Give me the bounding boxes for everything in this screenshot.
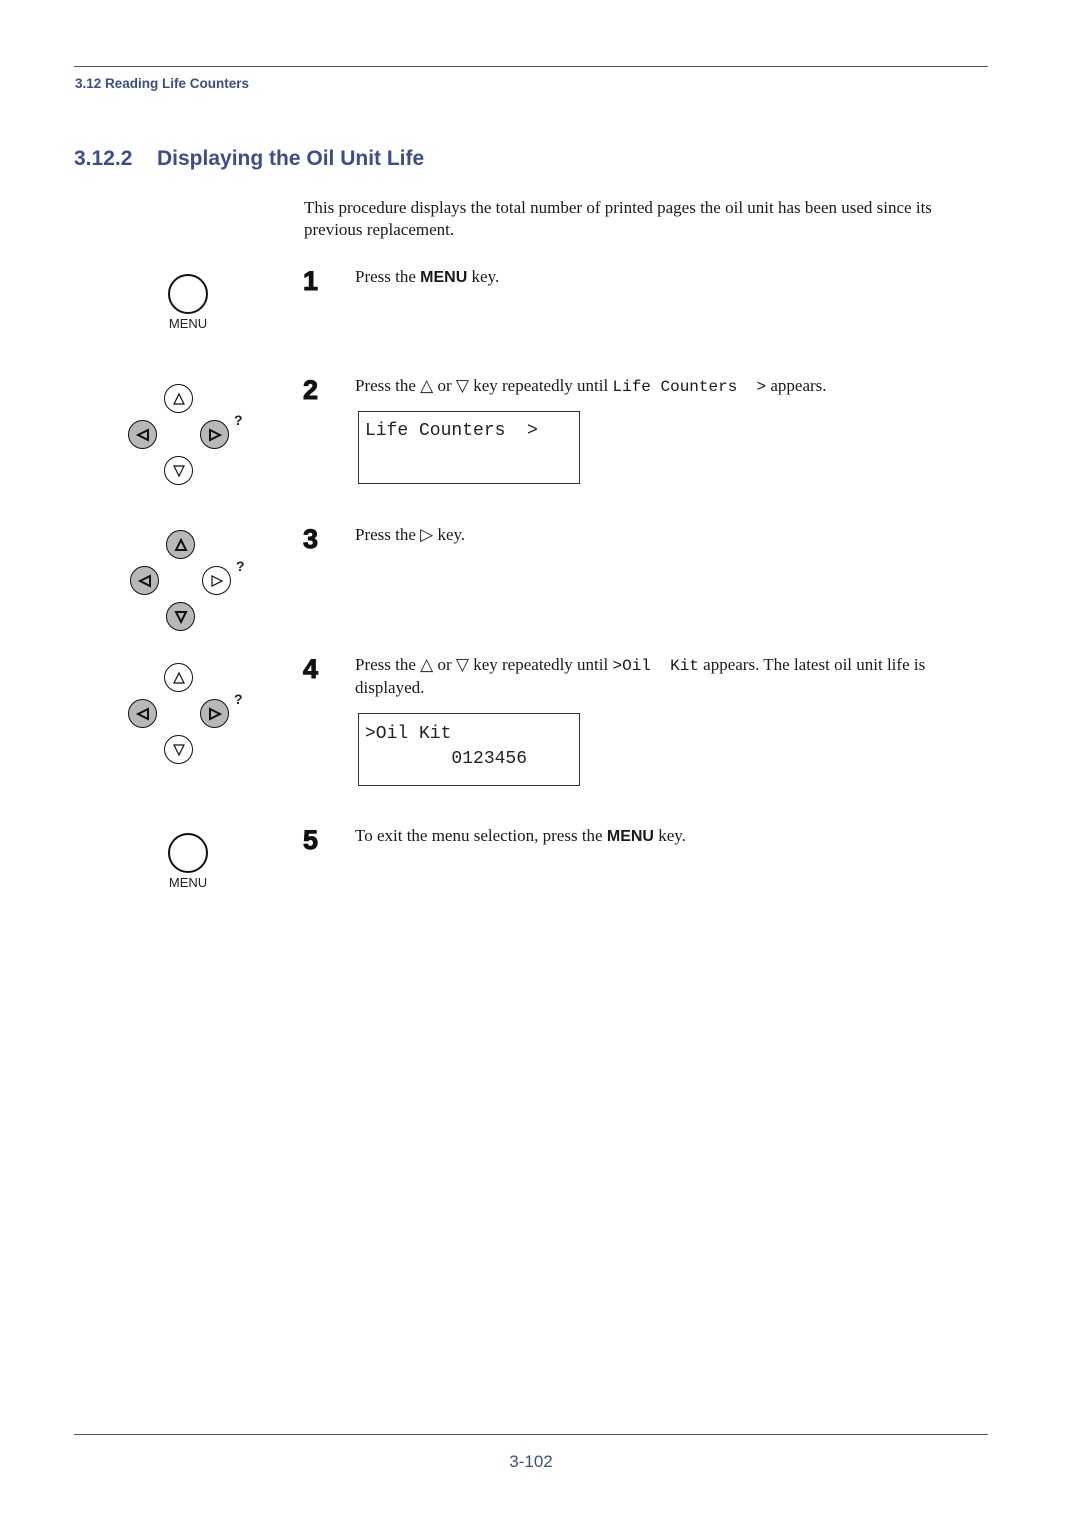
step-text-part: Press the <box>355 267 421 286</box>
left-arrow-key-icon <box>128 699 157 728</box>
lcd-display: >Oil Kit 0123456 <box>358 713 580 786</box>
down-arrow-key-icon <box>164 456 193 485</box>
down-arrow-key-icon <box>164 735 193 764</box>
step-4-text: Press the △ or ▽ key repeatedly until >O… <box>355 654 985 699</box>
section-heading: Displaying the Oil Unit Life <box>157 147 425 170</box>
lcd-line-1: Life Counters > <box>365 421 538 441</box>
down-arrow-key-icon <box>166 602 195 631</box>
step-number: 1 <box>302 266 319 297</box>
section-number: 3.12.2 <box>74 147 133 170</box>
lcd-line-1: >Oil Kit <box>365 724 452 744</box>
header-rule <box>74 66 988 67</box>
right-arrow-key-icon <box>200 420 229 449</box>
display-message-inline: >Oil Kit <box>612 657 699 675</box>
cursor-pad-illustration: ? <box>128 663 258 773</box>
step-text-part: To exit the menu selection, press the <box>355 826 607 845</box>
step-2-text: Press the △ or ▽ key repeatedly until Li… <box>355 375 985 398</box>
step-text-part: Press the ▷ key. <box>355 525 466 544</box>
step-text-part: appears. <box>766 376 827 395</box>
cursor-pad-illustration: ? <box>130 530 260 640</box>
intro-paragraph: This procedure displays the total number… <box>304 198 932 239</box>
step-text-part: key. <box>467 267 500 286</box>
section-title: 3.12.2 Displaying the Oil Unit Life <box>74 147 424 171</box>
cursor-pad-illustration: ? <box>128 384 258 494</box>
step-text-part: Press the △ or ▽ key repeatedly until <box>355 376 613 395</box>
menu-key-circle-icon <box>168 833 208 873</box>
step-number: 5 <box>302 825 319 856</box>
step-number: 4 <box>302 654 319 685</box>
display-message-inline: Life Counters > <box>612 378 767 396</box>
right-arrow-key-icon <box>200 699 229 728</box>
page-number: 3-102 <box>509 1452 553 1471</box>
left-arrow-key-icon <box>130 566 159 595</box>
step-text-part: key. <box>653 826 686 845</box>
step-text-part: Press the △ or ▽ key repeatedly until <box>355 655 613 674</box>
lcd-line-2: 0123456 <box>365 749 528 769</box>
right-arrow-key-icon <box>202 566 231 595</box>
menu-key-name: MENU <box>606 828 654 845</box>
step-3-text: Press the ▷ key. <box>355 524 985 546</box>
menu-key-illustration: MENU <box>158 833 218 890</box>
up-arrow-key-icon <box>164 663 193 692</box>
menu-key-illustration: MENU <box>158 274 218 331</box>
menu-key-name: MENU <box>420 269 468 286</box>
help-icon: ? <box>234 412 243 428</box>
running-head: 3.12 Reading Life Counters <box>75 76 250 91</box>
lcd-display: Life Counters > <box>358 411 580 484</box>
up-arrow-key-icon <box>166 530 195 559</box>
menu-key-circle-icon <box>168 274 208 314</box>
menu-key-label: MENU <box>168 316 208 331</box>
step-5-text: To exit the menu selection, press the ME… <box>355 825 985 848</box>
left-arrow-key-icon <box>128 420 157 449</box>
step-number: 2 <box>302 375 319 406</box>
up-arrow-key-icon <box>164 384 193 413</box>
step-1-text: Press the MENU key. <box>355 266 985 289</box>
help-icon: ? <box>234 691 243 707</box>
footer-rule <box>74 1434 988 1435</box>
menu-key-label: MENU <box>168 875 208 890</box>
step-number: 3 <box>302 524 319 555</box>
help-icon: ? <box>236 558 245 574</box>
